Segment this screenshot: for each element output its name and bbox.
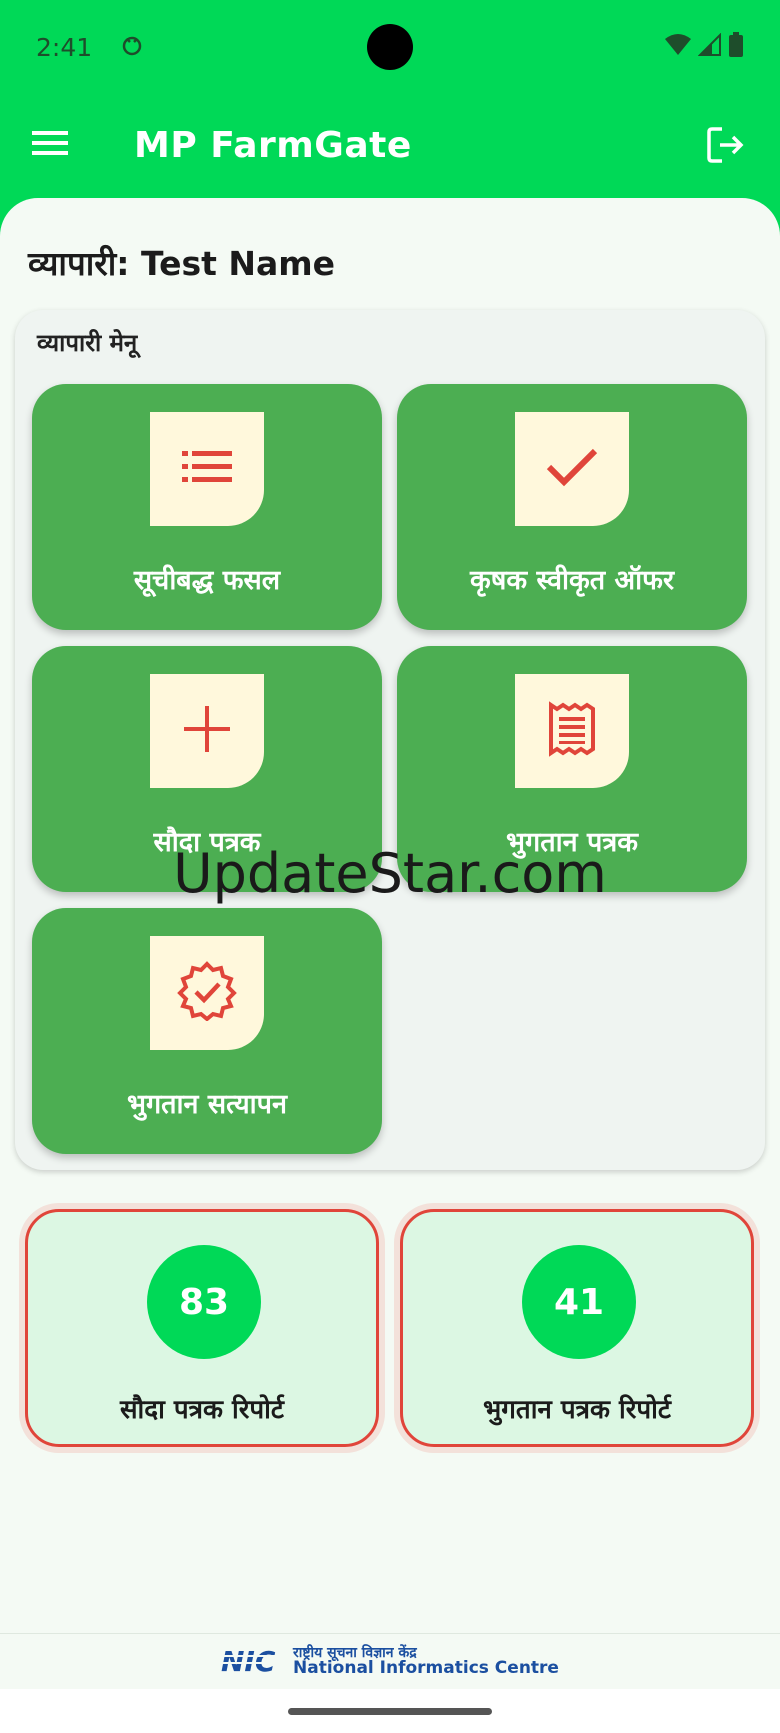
trader-name: व्यापारी: Test Name [28,244,336,283]
tile-label: भुगतान सत्यापन [126,1089,287,1120]
report-payment-slip[interactable]: 41 भुगतान पत्रक रिपोर्ट [400,1209,754,1447]
tile-deal-slip[interactable]: सौदा पत्रक [32,646,382,892]
report-count-badge: 41 [522,1245,636,1359]
wifi-icon [664,33,692,63]
nic-english-name: National Informatics Centre [293,1658,559,1679]
home-indicator[interactable] [288,1708,492,1715]
trader-menu-card: व्यापारी मेनू सूचीबद्ध फसल कृषक स्वीकृत … [15,310,765,1170]
verified-badge-icon [177,961,237,1025]
nic-logo: NIC [221,1644,286,1680]
notification-icon [120,33,144,63]
battery-icon [728,31,744,64]
tile-label: कृषक स्वीकृत ऑफर [470,565,674,596]
tile-label: सूचीबद्ध फसल [133,565,281,596]
logout-icon[interactable] [704,123,748,171]
tile-label: सौदा पत्रक [153,827,261,858]
tile-icon-box [515,412,629,526]
app-title: MP FarmGate [134,124,412,166]
report-count-badge: 83 [147,1245,261,1359]
footer: NIC राष्ट्रीय सूचना विज्ञान केंद्र Natio… [0,1633,780,1690]
status-right [664,31,744,64]
receipt-icon [547,701,597,761]
signal-icon [697,32,722,63]
tile-icon-box [515,674,629,788]
content-area: व्यापारी: Test Name व्यापारी मेनू सूचीबद… [0,198,780,1633]
plus-icon [182,704,232,758]
report-label: सौदा पत्रक रिपोर्ट [119,1395,285,1425]
gesture-area [0,1689,780,1733]
status-time: 2:41 [36,33,93,62]
tile-label: भुगतान पत्रक [506,827,638,858]
tile-farmer-accepted-offer[interactable]: कृषक स्वीकृत ऑफर [397,384,747,630]
report-deal-slip[interactable]: 83 सौदा पत्रक रिपोर्ट [25,1209,379,1447]
menu-icon[interactable] [30,127,70,163]
camera-cutout [367,24,413,70]
status-left: 2:41 [36,33,144,63]
nic-text: राष्ट्रीय सूचना विज्ञान केंद्र National … [293,1646,559,1679]
list-icon [180,447,234,491]
tile-icon-box [150,674,264,788]
app-bar: MP FarmGate [0,95,780,195]
report-label: भुगतान पत्रक रिपोर्ट [482,1395,672,1425]
tile-icon-box [150,412,264,526]
tile-payment-verification[interactable]: भुगतान सत्यापन [32,908,382,1154]
tile-listed-crops[interactable]: सूचीबद्ध फसल [32,384,382,630]
tile-payment-slip[interactable]: भुगतान पत्रक [397,646,747,892]
menu-title: व्यापारी मेनू [37,329,138,357]
check-icon [545,445,599,493]
tile-icon-box [150,936,264,1050]
nic-logo-text: NIC [221,1645,276,1676]
